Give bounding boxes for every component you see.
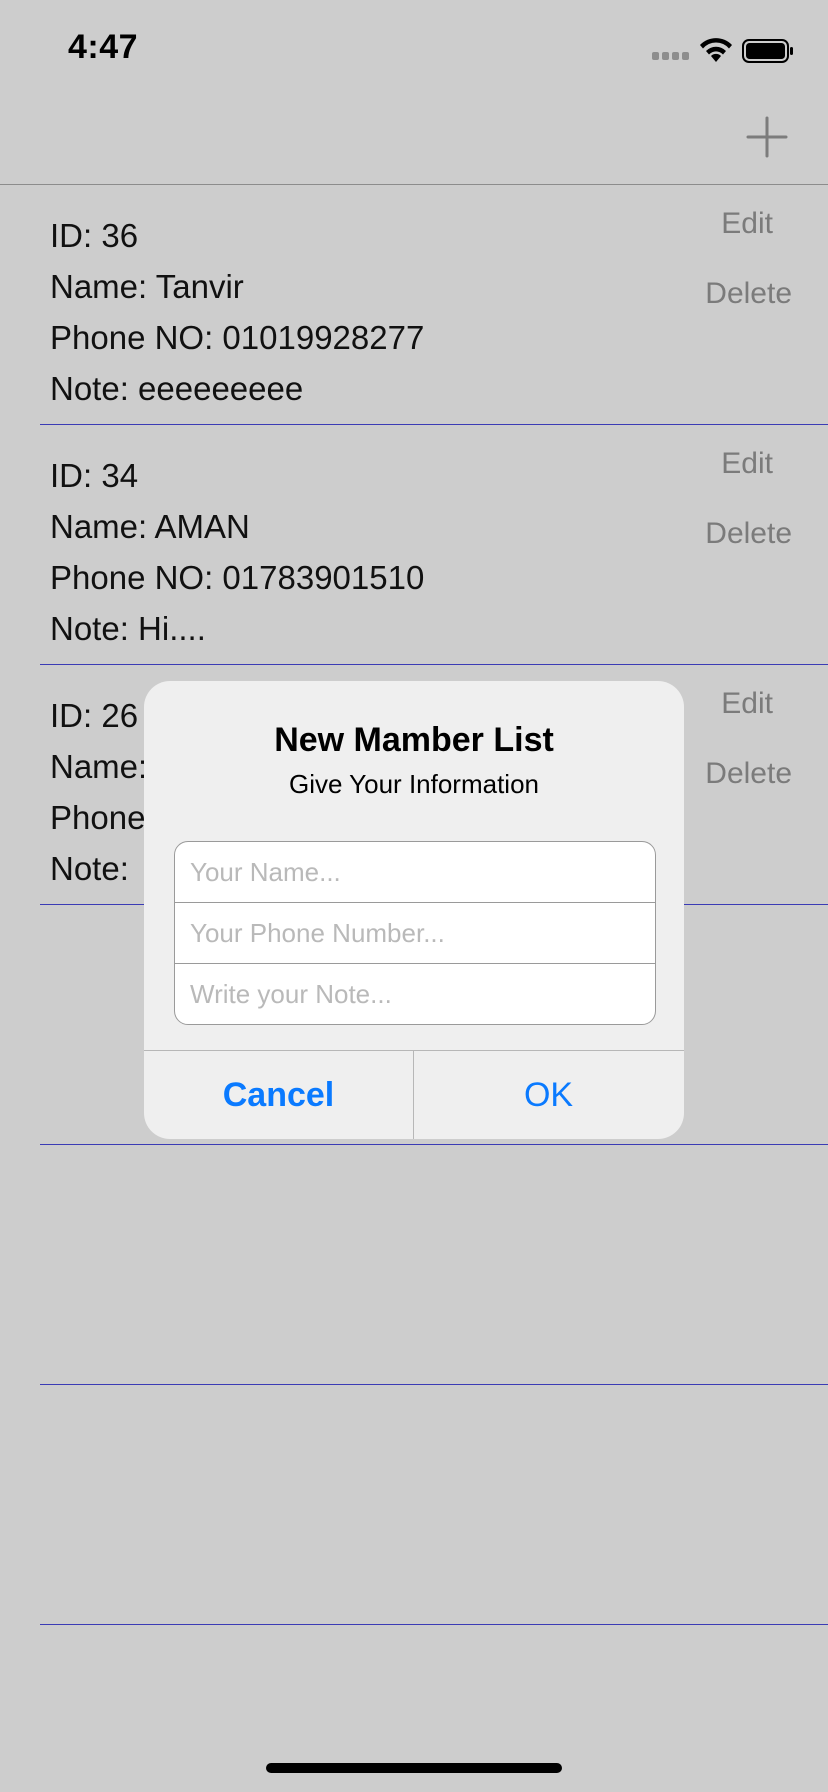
member-name: Name: AMAN (50, 508, 250, 545)
member-name: Name: (50, 748, 148, 785)
list-item: ID: 34 Name: AMAN Phone NO: 01783901510 … (0, 425, 828, 665)
name-field-container (175, 842, 655, 903)
member-phone: Phone (50, 799, 146, 836)
delete-button[interactable]: Delete (705, 277, 792, 311)
navigation-bar (0, 100, 828, 185)
ok-button[interactable]: OK (414, 1051, 683, 1139)
phone-input[interactable] (175, 903, 655, 963)
member-note: Note: (50, 850, 129, 887)
member-note: Note: eeeeeeeee (50, 370, 304, 407)
alert-fields (174, 841, 656, 1025)
phone-field-container (175, 903, 655, 964)
row-separator (40, 1624, 828, 1625)
alert-title: New Mamber List (274, 721, 554, 759)
note-field-container (175, 964, 655, 1024)
member-phone: Phone NO: 01019928277 (50, 319, 425, 356)
delete-button[interactable]: Delete (705, 757, 792, 791)
plus-icon[interactable] (744, 114, 790, 160)
member-id: ID: 36 (50, 217, 139, 254)
signal-dots-icon (652, 52, 692, 62)
list-item: ID: 36 Name: Tanvir Phone NO: 0101992827… (0, 185, 828, 425)
new-member-alert: New Mamber List Give Your Information Ca… (144, 681, 684, 1139)
delete-button[interactable]: Delete (705, 517, 792, 551)
cancel-button[interactable]: Cancel (144, 1051, 413, 1139)
status-bar: 4:47 (0, 0, 828, 100)
member-phone: Phone NO: 01783901510 (50, 559, 425, 596)
alert-message: Give Your Information (288, 769, 540, 799)
wifi-icon (700, 38, 732, 62)
edit-button[interactable]: Edit (721, 687, 773, 721)
note-input[interactable] (175, 964, 655, 1024)
alert-actions: Cancel OK (144, 1050, 684, 1139)
edit-button[interactable]: Edit (721, 447, 773, 481)
battery-icon (742, 39, 793, 63)
home-indicator[interactable] (266, 1763, 562, 1773)
member-id: ID: 34 (50, 457, 139, 494)
member-id: ID: 26 (50, 697, 139, 734)
member-name: Name: Tanvir (50, 268, 244, 305)
member-note: Note: Hi.... (50, 610, 206, 647)
status-time: 4:47 (68, 28, 139, 66)
empty-row (0, 1145, 828, 1385)
edit-button[interactable]: Edit (721, 207, 773, 241)
empty-row (0, 1385, 828, 1625)
name-input[interactable] (175, 842, 655, 902)
